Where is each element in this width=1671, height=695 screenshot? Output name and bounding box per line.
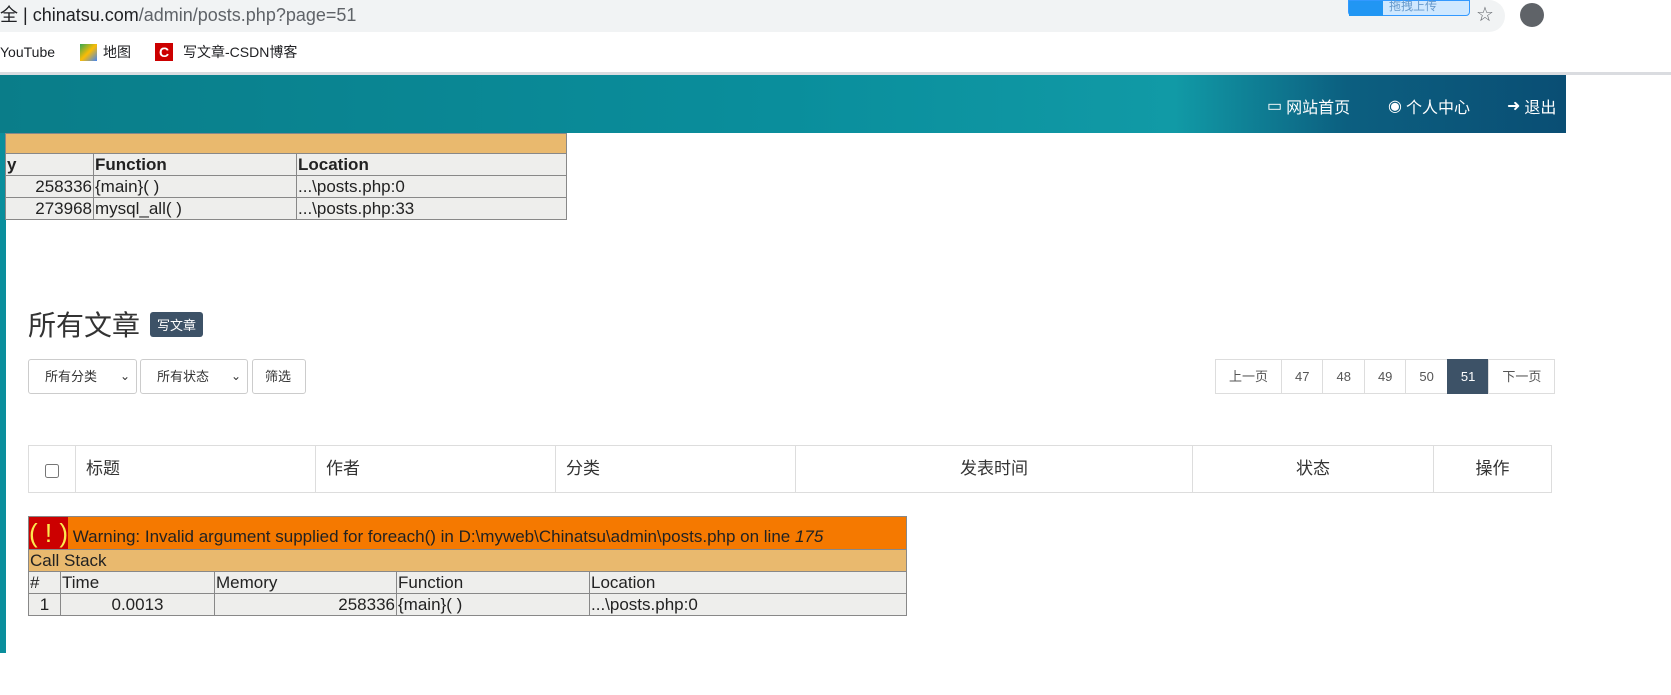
cell: 1 (28, 593, 61, 616)
page-link[interactable]: 50 (1405, 359, 1448, 394)
page-title: 所有文章 写文章 (28, 304, 204, 344)
title-text: 所有文章 (28, 310, 141, 341)
cell: ...\posts.php:0 (296, 175, 567, 198)
page-next[interactable]: 下一页 (1488, 359, 1556, 394)
col-num: # (28, 571, 61, 594)
filter-button[interactable]: 筛选 (252, 359, 306, 394)
posts-table-header: 标题 作者 分类 发表时间 状态 操作 (28, 445, 1552, 493)
cell: {main}( ) (396, 593, 590, 616)
col-location: Location (589, 571, 907, 594)
callstack-header (5, 133, 567, 154)
col-title: 标题 (76, 446, 316, 492)
monitor-icon: ▭ (1267, 98, 1283, 115)
col-actions: 操作 (1475, 459, 1510, 478)
table-row: 1 0.0013 258336 {main}( ) ...\posts.php:0 (28, 593, 907, 616)
col-author: 作者 (316, 446, 556, 492)
warning-message: Warning: Invalid argument supplied for f… (72, 527, 795, 546)
status-select[interactable]: 所有状态 ⌄ (140, 359, 248, 394)
page-link[interactable]: 48 (1322, 359, 1365, 394)
bookmark-youtube[interactable]: YouTube (0, 32, 55, 72)
col-status: 状态 (1193, 446, 1434, 492)
upload-extension[interactable]: 拖拽上传 (1348, 0, 1470, 16)
address-prefix: 全 | (0, 5, 33, 25)
nav-logout[interactable]: ➜ 退出 (1507, 94, 1556, 118)
col-category: 分类 (556, 446, 796, 492)
user-circle-icon: ◉ (1388, 98, 1402, 115)
page-prev[interactable]: 上一页 (1215, 359, 1283, 394)
select-all-cell (29, 446, 76, 492)
col-date: 发表时间 (796, 446, 1193, 492)
warning-icon: ( ! ) (29, 517, 68, 549)
account-icon[interactable] (1520, 3, 1544, 27)
php-warning: ( ! ) Warning: Invalid argument supplied… (28, 516, 907, 616)
nav-label: 个人中心 (1405, 100, 1470, 117)
select-value: 所有分类 (45, 369, 98, 384)
select-value: 所有状态 (157, 369, 210, 384)
address-path: /admin/posts.php?page=51 (138, 5, 357, 25)
bookmark-label: 地图 (103, 44, 131, 60)
chevron-down-icon: ⌄ (119, 369, 130, 383)
maps-icon (80, 43, 97, 61)
col-time: Time (60, 571, 215, 594)
table-row: 273968 mysql_all( ) ...\posts.php:33 (5, 197, 567, 220)
bookmark-label: YouTube (0, 44, 56, 60)
cell: 258336 (214, 593, 397, 616)
table-row: 258336 {main}( ) ...\posts.php:0 (5, 175, 567, 198)
sign-out-icon: ➜ (1507, 98, 1521, 115)
warning-row: ( ! ) Warning: Invalid argument supplied… (28, 516, 907, 550)
star-icon[interactable]: ☆ (1476, 2, 1494, 27)
cell: 258336 (5, 175, 94, 198)
page-link-current[interactable]: 51 (1446, 359, 1490, 394)
page-link[interactable]: 49 (1363, 359, 1407, 394)
csdn-icon: C (155, 43, 173, 61)
col-function: Function (93, 153, 297, 176)
cell: 273968 (5, 197, 94, 220)
nav-profile[interactable]: ◉ 个人中心 (1388, 94, 1470, 118)
pagination: 上一页 47 48 49 50 51 下一页 (1215, 359, 1556, 394)
col-function: Function (396, 571, 590, 594)
nav-label: 网站首页 (1286, 100, 1351, 117)
category-select[interactable]: 所有分类 ⌄ (28, 359, 137, 394)
nav-home[interactable]: ▭ 网站首页 (1267, 94, 1350, 118)
col-memory: Memory (214, 571, 397, 594)
cell: ...\posts.php:0 (589, 593, 907, 616)
chevron-down-icon: ⌄ (230, 369, 241, 383)
nav-label: 退出 (1524, 100, 1557, 117)
address-bar[interactable]: 全 | chinatsu.com/admin/posts.php?page=51 (0, 0, 1505, 32)
callstack-title: Call Stack (28, 549, 907, 572)
bookmark-label: 写文章-CSDN博客 (183, 44, 298, 60)
bookmark-csdn[interactable]: C 写文章-CSDN博客 (155, 32, 297, 72)
bookmark-maps[interactable]: 地图 (80, 32, 131, 72)
xdebug-callstack-top: y Function Location 258336 {main}( ) ...\pos… (5, 133, 567, 220)
cell: 0.0013 (60, 593, 215, 616)
address-host: chinatsu.com (32, 5, 139, 25)
cell: mysql_all( ) (93, 197, 297, 220)
cell: {main}( ) (93, 175, 297, 198)
extension-label: 拖拽上传 (1389, 0, 1438, 13)
col-memory: y (5, 153, 94, 176)
col-location: Location (296, 153, 567, 176)
new-post-button[interactable]: 写文章 (150, 311, 204, 337)
page-link[interactable]: 47 (1281, 359, 1324, 394)
cell: ...\posts.php:33 (296, 197, 567, 220)
warning-line: 175 (794, 527, 824, 546)
select-all-checkbox[interactable] (45, 464, 59, 478)
